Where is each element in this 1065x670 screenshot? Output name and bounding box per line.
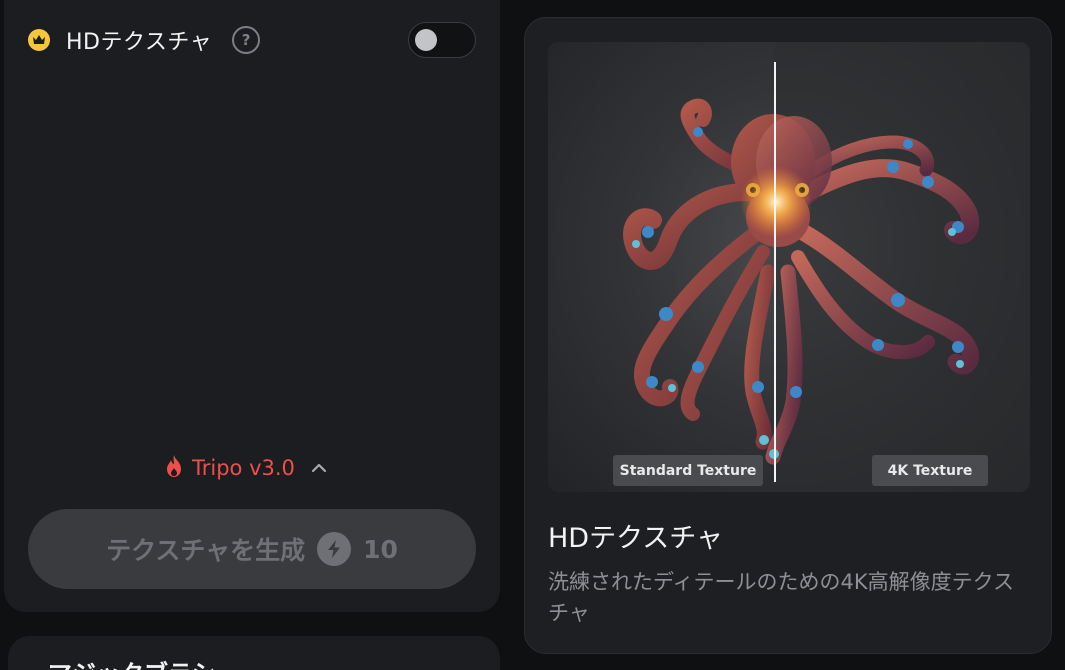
flame-icon	[164, 454, 184, 482]
texture-comparison-image: Standard Texture 4K Texture	[548, 42, 1030, 492]
crown-icon	[28, 29, 50, 51]
4k-texture-label: 4K Texture	[872, 455, 988, 486]
generate-texture-button[interactable]: テクスチャを生成 10	[28, 509, 476, 589]
credit-cost: 10	[363, 534, 398, 564]
texture-settings-panel: HDテクスチャ ? Tripo v3.0 テクスチャを生成 10	[4, 0, 500, 612]
hd-texture-toggle[interactable]	[408, 22, 476, 58]
standard-texture-label: Standard Texture	[613, 455, 763, 486]
feature-title: HDテクスチャ	[548, 523, 724, 554]
bolt-icon	[317, 532, 352, 566]
chevron-up-icon	[311, 459, 327, 478]
hd-texture-info-card: Standard Texture 4K Texture HDテクスチャ 洗練され…	[524, 17, 1052, 654]
hd-texture-row: HDテクスチャ ?	[28, 22, 476, 58]
generate-texture-label: テクスチャを生成	[106, 536, 306, 565]
octopus-illustration	[623, 42, 1030, 492]
magic-brush-section[interactable]: マジックブラシ	[8, 636, 500, 670]
model-version-label: Tripo v3.0	[192, 456, 295, 480]
help-icon[interactable]: ?	[232, 26, 261, 54]
hd-texture-label: HDテクスチャ	[66, 30, 213, 55]
feature-description: 洗練されたディテールのための4K高解像度テクスチャ	[548, 570, 1015, 625]
model-version-selector[interactable]: Tripo v3.0	[164, 454, 327, 482]
toggle-knob	[415, 29, 437, 51]
magic-brush-label: マジックブラシ	[48, 654, 216, 670]
